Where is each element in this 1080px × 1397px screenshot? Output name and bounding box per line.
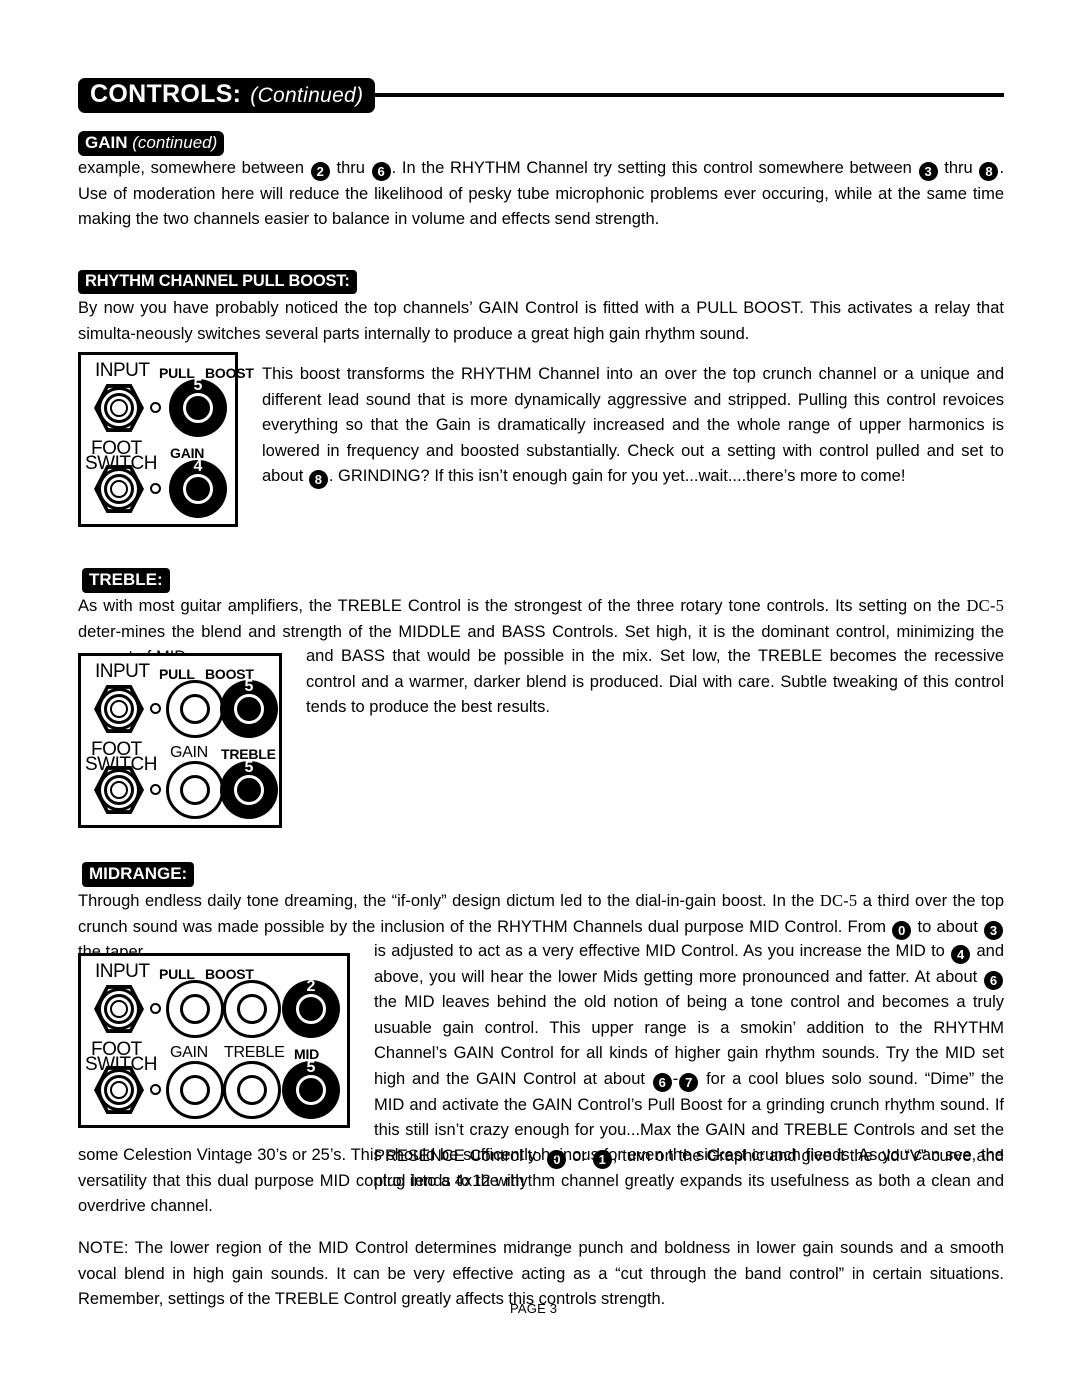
panel-label-input: INPUT [95, 661, 150, 682]
knob-treble[interactable]: 5 [220, 759, 278, 819]
gain-text-3: . In the RHYTHM Channel try setting this… [391, 159, 912, 177]
knob-value: 5 [193, 377, 203, 394]
document-page: CONTROLS: (Continued) GAIN (continued) e… [0, 0, 1080, 1397]
mid-text-5: is adjusted to act as a very effective M… [374, 942, 945, 960]
gain-text-2: thru [336, 159, 365, 177]
panel-label-gain: GAIN [170, 744, 208, 761]
mid-text-3: to about [917, 917, 978, 936]
panel-label-treble: TREBLE [224, 1044, 285, 1061]
knob-treble-top[interactable]: 5 [220, 678, 278, 738]
inline-knob-value: 4 [951, 945, 971, 964]
chapter-title-tag: CONTROLS: (Continued) [78, 77, 376, 113]
panel-label-input: INPUT [95, 961, 150, 982]
midrange-paragraph-bottom: some Celestion Vintage 30’s or 25’s. Thi… [78, 1146, 1004, 1216]
midrange-section-tag: MIDRANGE: [82, 862, 195, 887]
indicator-led-icon [150, 402, 161, 413]
model-name: DC-5 [819, 891, 858, 910]
knob-gain[interactable] [166, 1061, 224, 1119]
header-rule [373, 93, 1004, 97]
knob-gain-pull-boost[interactable] [166, 980, 224, 1038]
indicator-led-icon [150, 483, 161, 494]
amp-panel-treble: INPUT PULL BOOST 5 FOOT SWITCH GAIN TREB… [78, 653, 282, 828]
footswitch-jack-icon [93, 463, 145, 515]
gain-text-4: thru [944, 159, 973, 177]
indicator-led-icon [150, 1084, 161, 1095]
panel-label-pull: PULL [159, 365, 195, 381]
knob-value: 2 [306, 978, 316, 995]
inline-knob-value: 6 [984, 970, 1003, 990]
knob-value: 4 [193, 458, 203, 475]
pull-boost-section-tag: RHYTHM CHANNEL PULL BOOST: [78, 270, 357, 294]
gain-paragraph: example, somewhere between 2 thru 6. In … [78, 156, 1004, 233]
panel-label-boost: BOOST [205, 365, 254, 381]
gain-tag-label: GAIN [85, 133, 128, 152]
mid-text-1: Through endless daily tone dreaming, the… [78, 892, 815, 910]
inline-knob-value: 7 [679, 1072, 699, 1092]
knob-gain[interactable] [166, 761, 224, 819]
pull-boost-intro-paragraph: By now you have probably noticed the top… [78, 299, 1004, 343]
panel-label-input: INPUT [95, 360, 150, 381]
treble-paragraph-wrap: and BASS that would be possible in the m… [306, 647, 1004, 717]
input-jack-icon [93, 382, 145, 434]
knob-mid[interactable]: 5 [282, 1059, 340, 1119]
inline-knob-value: 8 [979, 162, 999, 181]
treble-text-1: As with most guitar amplifiers, the TREB… [78, 597, 961, 615]
inline-knob-value: 3 [918, 162, 938, 181]
panel-label-gain: GAIN [170, 1044, 208, 1061]
mid-range-dash: - [672, 1069, 679, 1088]
chapter-title: CONTROLS: [90, 79, 242, 108]
inline-knob-value: 8 [308, 470, 328, 490]
knob-treble[interactable] [223, 1061, 281, 1119]
amp-panel-pull-boost: INPUT PULL BOOST 5 FOOT SWITCH GAIN 4 [78, 352, 254, 527]
knob-value: 5 [244, 678, 254, 695]
knob-gain-pull-boost[interactable]: 5 [169, 377, 227, 437]
model-name: DC-5 [966, 596, 1005, 615]
pull-boost-text-2: . GRINDING? If this isn’t enough gain fo… [328, 467, 906, 486]
knob-treble-top[interactable] [223, 980, 281, 1038]
knob-value: 5 [244, 759, 254, 776]
gain-text-1: example, somewhere between [78, 159, 305, 177]
input-jack-icon [93, 683, 145, 735]
page-number: PAGE 3 [510, 1301, 558, 1316]
knob-value: 5 [306, 1059, 316, 1076]
treble-section-tag: TREBLE: [82, 568, 170, 593]
chapter-header: CONTROLS: (Continued) [78, 74, 1004, 116]
indicator-led-icon [150, 1003, 161, 1014]
inline-knob-value: 2 [310, 162, 330, 181]
input-jack-icon [93, 983, 145, 1035]
indicator-led-icon [150, 784, 161, 795]
footswitch-jack-icon [93, 1064, 145, 1116]
amp-panel-mid: INPUT PULL BOOST 2 FOOT SWITCH GAIN TREB… [78, 953, 350, 1128]
knob-gain-pull-boost[interactable] [166, 680, 224, 738]
knob-gain[interactable]: 4 [169, 458, 227, 518]
knob-mid-top[interactable]: 2 [282, 978, 340, 1038]
indicator-led-icon [150, 703, 161, 714]
chapter-continued-label: (Continued) [250, 83, 364, 107]
inline-knob-value: 6 [371, 162, 391, 181]
pull-boost-body-paragraph: This boost transforms the RHYTHM Channel… [262, 362, 1004, 490]
inline-knob-value: 6 [652, 1072, 672, 1092]
footswitch-jack-icon [93, 764, 145, 816]
inline-knob-value: 0 [892, 920, 912, 940]
inline-knob-value: 3 [984, 920, 1004, 940]
gain-section-tag: GAIN (continued) [78, 131, 225, 156]
gain-tag-continued: (continued) [132, 133, 218, 152]
